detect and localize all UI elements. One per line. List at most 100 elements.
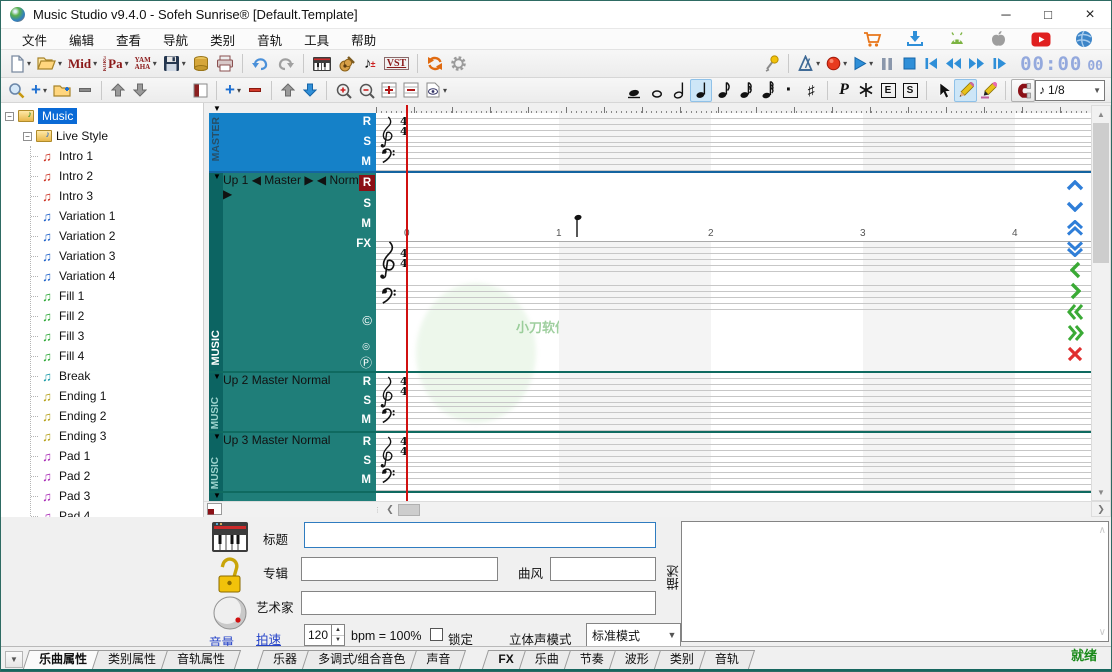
master-header[interactable]: R S M [223,113,376,171]
open-file-caret[interactable]: ▾ [58,59,62,68]
microphone-button[interactable] [761,52,783,75]
record-arm-button[interactable]: R [363,434,371,450]
add-folder-button[interactable] [50,79,74,102]
print-button[interactable] [213,52,237,75]
record-arm-button[interactable]: R [363,374,371,390]
style-part-label[interactable]: Fill 2 [59,309,84,323]
playhead[interactable] [406,105,408,501]
master-solo-button[interactable]: S [363,134,371,150]
next-mode-icon[interactable]: ▶ [223,187,232,201]
style-part-item[interactable]: ♫ Intro 1 [31,146,203,166]
eighth-note-button[interactable] [712,79,734,102]
desc-scroll-down-icon[interactable]: ∨ [1099,627,1106,638]
stop-button[interactable] [898,52,920,75]
vertical-scrollbar[interactable]: ▲ ▼ [1091,105,1111,501]
track-bus[interactable]: Master [252,373,289,387]
download-icon[interactable] [906,30,924,48]
description-textarea[interactable]: ∧ ∨ [681,521,1109,642]
save-button[interactable]: ▾ [160,52,189,75]
vscroll-thumb[interactable] [1093,123,1109,263]
view-options-caret[interactable]: ▾ [443,86,447,95]
style-part-label[interactable]: Fill 3 [59,329,84,343]
collapse-track-icon[interactable]: ▼ [213,105,221,113]
tempo-spinner[interactable]: 120 ▲▼ [304,624,345,646]
title-input[interactable] [304,522,656,548]
view-options-button[interactable]: ▾ [422,79,450,102]
music-strip[interactable]: ▼ MUSIC [209,433,223,491]
new-file-caret[interactable]: ▾ [27,59,31,68]
style-part-label[interactable]: Pad 4 [59,509,90,517]
layout-corner-icon[interactable] [207,503,222,516]
sustain-button[interactable]: S [899,79,921,102]
style-part-item[interactable]: ♫ Ending 2 [31,406,203,426]
panel-tab[interactable]: 多调式/组合音色 [305,650,418,669]
style-part-label[interactable]: Fill 1 [59,289,84,303]
solo-button[interactable]: S [363,393,371,409]
volume-knob[interactable] [212,595,248,631]
nav-end-button[interactable] [1062,322,1088,343]
style-part-label[interactable]: Ending 2 [59,409,106,423]
music-strip[interactable]: ▼ MUSIC [209,373,223,431]
prev-bus-icon[interactable]: ◀ [252,173,261,187]
transpose-note-button[interactable]: ♪± [359,52,381,75]
album-input[interactable] [301,557,498,581]
whole-note-button[interactable] [646,79,668,102]
record-button[interactable]: ▾ [823,52,850,75]
tempo-down-icon[interactable]: ▼ [332,636,344,646]
style-part-label[interactable]: Intro 1 [59,149,93,163]
collapse-track-icon[interactable]: ▼ [213,173,221,181]
open-file-button[interactable]: ▾ [34,52,65,75]
menu-item[interactable]: 导航 [152,28,199,51]
move-track-down-button[interactable] [299,79,321,102]
add-track-button[interactable]: +▾ [222,79,244,102]
menu-item[interactable]: 工具 [293,28,340,51]
nav-top-button[interactable] [1062,217,1088,238]
expand-staff-button[interactable] [378,79,400,102]
collapse-track-icon[interactable]: ▼ [213,373,221,381]
style-part-label[interactable]: Intro 2 [59,169,93,183]
style-part-label[interactable]: Variation 1 [59,209,115,223]
guitar-button[interactable] [335,52,359,75]
maximize-button[interactable]: □ [1027,1,1069,28]
add-track-caret[interactable]: ▾ [237,86,241,95]
half-note-button[interactable] [668,79,690,102]
style-part-item[interactable]: ♫ Pad 2 [31,466,203,486]
collapse-icon[interactable]: − [23,132,32,141]
youtube-icon[interactable] [1031,32,1051,47]
up3-staff[interactable]: 44 [376,433,1091,491]
nav-bottom-button[interactable] [1062,238,1088,259]
yamaha-caret[interactable]: ▾ [153,59,157,68]
style-part-label[interactable]: Variation 3 [59,249,115,263]
style-part-label[interactable]: Pad 2 [59,469,90,483]
style-part-item[interactable]: ♫ Variation 1 [31,206,203,226]
record-caret[interactable]: ▾ [843,59,847,68]
style-part-item[interactable]: ♫ Intro 3 [31,186,203,206]
menu-item[interactable]: 类别 [199,28,246,51]
menu-item[interactable]: 编辑 [58,28,105,51]
master-record-button[interactable]: R [363,114,371,130]
rewind-button[interactable] [942,52,965,75]
hscroll-thumb[interactable] [398,504,420,516]
snap-magnet-button[interactable] [1011,79,1035,102]
stereo-mode-dropdown[interactable]: 标准模式 ▼ [586,623,681,647]
style-part-item[interactable]: ♫ Variation 4 [31,266,203,286]
play-button[interactable]: ▾ [850,52,876,75]
tree-group-label[interactable]: Live Style [56,129,108,143]
shop-cart-icon[interactable] [863,30,882,48]
nav-down-button[interactable] [1062,196,1088,217]
settings-gear-icon[interactable] [447,52,470,75]
remove-track-button[interactable] [244,79,266,102]
tree-group-row[interactable]: − ♪ Live Style [1,126,203,146]
midi-import-button[interactable]: Mid▾ [65,52,100,75]
pause-button[interactable] [876,52,898,75]
piano-keyboard-button[interactable] [309,52,335,75]
metronome-button[interactable]: ▾ [794,52,823,75]
style-part-item[interactable]: ♫ Intro 2 [31,166,203,186]
horizontal-scrollbar[interactable]: ⋮ ❮ [204,501,1091,517]
up2-header[interactable]: Up 2 Master Normal R S M [223,373,376,431]
eraser-button[interactable] [977,79,1000,102]
collapse-staff-button[interactable] [400,79,422,102]
up2-staff[interactable]: 44 [376,373,1091,431]
track-mode[interactable]: Normal [292,433,331,447]
track-bus[interactable]: Master [264,173,301,187]
